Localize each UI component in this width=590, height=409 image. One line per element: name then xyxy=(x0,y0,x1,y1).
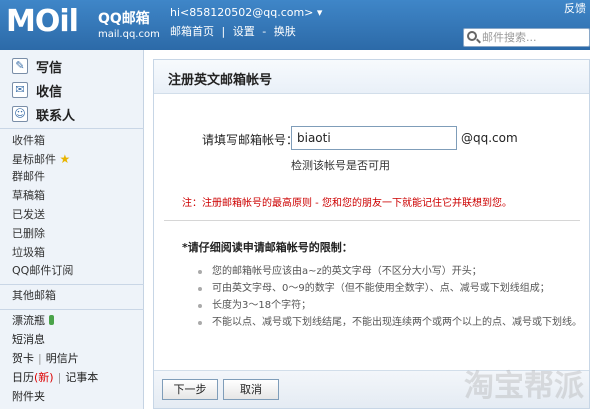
link-skin[interactable]: 换肤 xyxy=(274,25,296,38)
account-email[interactable]: hi<858120502@qq.com> ▾ xyxy=(170,6,322,19)
separator: | xyxy=(57,371,62,384)
link-settings[interactable]: 设置 xyxy=(233,25,255,38)
rules-list: 您的邮箱帐号应该由a~z的英文字母（不区分大小写）开头； 可由英文字母、0～9的… xyxy=(194,263,582,331)
sidebar-divider xyxy=(0,284,144,285)
top-header: MOil QQ邮箱 mail.qq.com hi<858120502@qq.co… xyxy=(0,0,590,50)
divider xyxy=(164,220,580,221)
list-item: 您的邮箱帐号应该由a~z的英文字母（不区分大小写）开头； xyxy=(194,263,582,280)
brand-name: QQ邮箱 xyxy=(98,11,150,27)
account-field-label: 请填写邮箱帐号： xyxy=(202,133,299,147)
contacts-icon: ☺ xyxy=(12,106,28,122)
naming-warning: 注：注册邮箱帐号的最高原则 - 您和您的朋友一下就能记住它并联想到您。 xyxy=(182,198,512,209)
register-panel: 注册英文邮箱帐号 请填写邮箱帐号： biaoti @qq.com 检测该帐号是否… xyxy=(153,59,590,409)
sidebar-divider xyxy=(0,128,144,129)
folder-sent[interactable]: 已发送 xyxy=(12,206,45,224)
folder-spam[interactable]: 垃圾箱 xyxy=(12,244,45,262)
sidebar-compose[interactable]: ✎ 写信 xyxy=(12,55,62,77)
notes-link[interactable]: 记事本 xyxy=(65,371,98,384)
cards-row: 贺卡 | 明信片 xyxy=(12,350,79,368)
brand-block: QQ邮箱 mail.qq.com xyxy=(98,8,160,40)
folder-subscriptions[interactable]: QQ邮件订阅 xyxy=(12,262,73,280)
link-separator: | xyxy=(221,25,226,38)
sidebar-contacts-label: 联系人 xyxy=(36,108,76,124)
page-title: 注册英文邮箱帐号 xyxy=(168,73,273,88)
sidebar-inbox-label: 收信 xyxy=(36,84,63,100)
account-name-input[interactable]: biaoti xyxy=(291,126,457,150)
folder-inbox[interactable]: 收件箱 xyxy=(12,132,45,150)
cancel-button[interactable]: 取消 xyxy=(223,379,279,400)
attachments-folder[interactable]: 附件夹 xyxy=(12,388,45,406)
list-item: 可由英文字母、0～9的数字（但不能使用全数字）、点、减号或下划线组成； xyxy=(194,280,582,297)
bottle-icon xyxy=(49,315,54,325)
account-email-text[interactable]: hi<858120502@qq.com> xyxy=(170,6,313,19)
separator: | xyxy=(38,352,42,365)
check-availability-link[interactable]: 检测该帐号是否可用 xyxy=(291,157,390,173)
sidebar-contacts[interactable]: ☺ 联系人 xyxy=(12,103,75,125)
account-area: hi<858120502@qq.com> ▾ 邮箱首页 | 设置 - 换肤 xyxy=(170,6,322,39)
next-button[interactable]: 下一步 xyxy=(162,379,218,400)
list-item: 长度为3～18个字符； xyxy=(194,297,582,314)
rules-title: *请仔细阅读申请邮箱帐号的限制： xyxy=(182,241,353,254)
link-separator: - xyxy=(262,25,267,38)
drift-bottle[interactable]: 漂流瓶 xyxy=(12,312,54,330)
star-icon: ★ xyxy=(59,152,71,166)
folder-group[interactable]: 群邮件 xyxy=(12,168,45,186)
new-badge: (新) xyxy=(34,371,54,384)
link-mail-home[interactable]: 邮箱首页 xyxy=(170,25,214,38)
watermark: 淘宝帮派 xyxy=(464,369,584,404)
folder-starred-label: 星标邮件 xyxy=(12,153,56,166)
search-icon xyxy=(467,31,477,41)
domain-suffix: @qq.com xyxy=(461,131,518,145)
search-input[interactable]: 邮件搜索... xyxy=(463,28,590,47)
short-messages[interactable]: 短消息 xyxy=(12,331,45,349)
folder-deleted[interactable]: 已删除 xyxy=(12,225,45,243)
drift-bottle-label: 漂流瓶 xyxy=(12,314,45,327)
other-mailboxes[interactable]: 其他邮箱 xyxy=(12,287,56,305)
calendar-row: 日历(新) | 记事本 xyxy=(12,369,98,387)
brand-url: mail.qq.com xyxy=(98,29,160,40)
folder-starred[interactable]: 星标邮件 ★ xyxy=(12,150,70,168)
feedback-link[interactable]: 反馈 xyxy=(564,0,586,16)
write-icon: ✎ xyxy=(12,58,28,74)
panel-title-bar: 注册英文邮箱帐号 xyxy=(154,60,589,94)
sidebar-compose-label: 写信 xyxy=(36,60,63,76)
greeting-card-link[interactable]: 贺卡 xyxy=(12,352,34,365)
inbox-icon: ✉ xyxy=(12,82,28,98)
header-links: 邮箱首页 | 设置 - 换肤 xyxy=(170,23,322,39)
chevron-down-icon[interactable]: ▾ xyxy=(317,6,323,19)
postcard-link[interactable]: 明信片 xyxy=(46,352,79,365)
sidebar: ✎ 写信 ✉ 收信 ☺ 联系人 收件箱 星标邮件 ★ 群邮件 草稿箱 已发送 已… xyxy=(0,50,144,409)
sidebar-inbox-action[interactable]: ✉ 收信 xyxy=(12,79,62,101)
mail-logo[interactable]: MOil xyxy=(6,6,79,38)
sidebar-divider xyxy=(0,309,144,310)
calendar-link[interactable]: 日历 xyxy=(12,371,34,384)
folder-drafts[interactable]: 草稿箱 xyxy=(12,187,45,205)
list-item: 不能以点、减号或下划线结尾，不能出现连续两个或两个以上的点、减号或下划线。 xyxy=(194,314,582,331)
